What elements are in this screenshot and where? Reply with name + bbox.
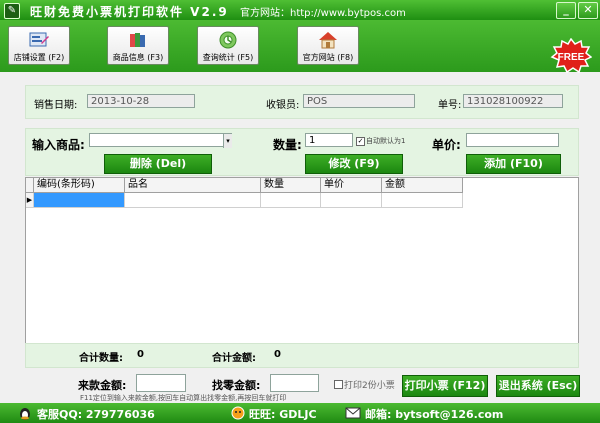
unit-price-input[interactable] — [466, 133, 559, 147]
qq-penguin-icon — [20, 408, 30, 420]
product-dropdown-arrow-icon[interactable]: ▾ — [223, 134, 232, 148]
product-entry-panel: 输入商品: ▾ 数量: 1 ✓ 自动默认为1 单价: 删除 (Del) 修改 (… — [25, 128, 579, 176]
auto-default-checkbox[interactable]: ✓ — [356, 137, 365, 146]
received-amount-label: 来款金额: — [78, 379, 127, 392]
column-header-amount[interactable]: 金额 — [382, 178, 463, 192]
home-icon — [319, 32, 337, 49]
order-number-label: 单号: — [438, 100, 462, 111]
column-header-quantity[interactable]: 数量 — [261, 178, 321, 192]
payment-hint-text: F11定位到输入来款金额,按回车自动算出找零金额,再按回车就打印 — [80, 394, 287, 402]
quantity-label: 数量: — [273, 138, 302, 152]
product-input-label: 输入商品: — [32, 138, 85, 152]
mail-icon — [345, 407, 361, 419]
status-bar: 客服QQ: 279776036 旺旺: GDLJC 邮箱: bytsoft@12… — [0, 403, 600, 423]
change-amount-input[interactable] — [270, 374, 319, 392]
shop-settings-label: 店铺设置 (F2) — [13, 53, 65, 62]
print-two-copies-label: 打印2份小票 — [344, 381, 395, 391]
grid-header: 编码(条形码) 品名 数量 单价 金额 — [26, 178, 463, 193]
free-badge-text: FREE — [558, 52, 585, 63]
official-site-label: 官方网站 (F8) — [302, 53, 354, 62]
goods-info-label: 商品信息 (F3) — [112, 53, 164, 62]
official-site-link[interactable]: 官方网站：http://www.bytpos.com — [240, 4, 406, 19]
shop-settings-icon — [29, 32, 49, 47]
table-cell-name[interactable] — [125, 193, 261, 207]
product-input[interactable] — [89, 133, 232, 147]
window-title: 旺财免费小票机打印软件 V2.9 — [30, 5, 229, 19]
print-receipt-button[interactable]: 打印小票 (F12) — [402, 375, 488, 397]
unit-price-label: 单价: — [432, 138, 461, 152]
wangwang-text: 旺旺: GDLJC — [249, 408, 317, 421]
table-row[interactable]: ▶ — [26, 193, 463, 208]
sale-date-label: 销售日期: — [34, 100, 78, 111]
official-site-button[interactable]: 官方网站 (F8) — [297, 26, 359, 65]
order-number-field: 131028100922 — [463, 94, 563, 108]
wangwang-icon — [231, 406, 245, 420]
change-amount-label: 找零金额: — [212, 379, 261, 392]
sale-info-panel: 销售日期: 2013-10-28 收银员: POS 单号: 1310281009… — [25, 85, 579, 119]
free-badge-icon: FREE — [550, 38, 592, 74]
total-amount-value: 0 — [274, 349, 281, 360]
goods-info-button[interactable]: 商品信息 (F3) — [107, 26, 169, 65]
goods-info-icon — [130, 33, 145, 47]
quantity-input[interactable]: 1 — [305, 133, 353, 147]
title-bar: ✎ 旺财免费小票机打印软件 V2.9 官方网站：http://www.bytpo… — [0, 0, 600, 20]
total-amount-label: 合计金额: — [212, 353, 256, 364]
sale-date-field: 2013-10-28 — [87, 94, 195, 108]
exit-system-button[interactable]: 退出系统 (Esc) — [496, 375, 580, 397]
cashier-field: POS — [303, 94, 415, 108]
table-cell-code[interactable] — [34, 193, 125, 207]
cashier-label: 收银员: — [266, 100, 300, 111]
auto-default-label: 自动默认为1 — [366, 137, 406, 145]
toolbar: 店铺设置 (F2) 商品信息 (F3) 查询统计 (F5) 官方网站 (F8) — [0, 20, 600, 72]
print-two-copies-checkbox[interactable] — [334, 380, 343, 389]
add-button[interactable]: 添加 (F10) — [466, 154, 561, 174]
app-icon: ✎ — [4, 3, 20, 19]
minimize-button[interactable]: _ — [556, 2, 576, 19]
query-stats-icon — [219, 31, 237, 49]
table-cell-price[interactable] — [321, 193, 382, 207]
table-cell-amount[interactable] — [382, 193, 463, 207]
close-button[interactable]: ✕ — [578, 2, 598, 19]
shop-settings-button[interactable]: 店铺设置 (F2) — [8, 26, 70, 65]
email-text: 邮箱: bytsoft@126.com — [365, 408, 504, 421]
table-cell-quantity[interactable] — [261, 193, 321, 207]
query-stats-button[interactable]: 查询统计 (F5) — [197, 26, 259, 65]
column-header-code[interactable]: 编码(条形码) — [34, 178, 125, 192]
row-indicator-icon: ▶ — [26, 193, 34, 207]
totals-panel: 合计数量: 0 合计金额: 0 — [25, 343, 579, 368]
modify-button[interactable]: 修改 (F9) — [305, 154, 403, 174]
support-qq-text: 客服QQ: 279776036 — [37, 408, 155, 421]
column-header-name[interactable]: 品名 — [125, 178, 261, 192]
grid-corner — [26, 178, 34, 192]
received-amount-input[interactable] — [136, 374, 186, 392]
total-quantity-value: 0 — [137, 349, 144, 360]
query-stats-label: 查询统计 (F5) — [202, 53, 254, 62]
items-grid[interactable]: 编码(条形码) 品名 数量 单价 金额 ▶ — [25, 177, 579, 345]
column-header-price[interactable]: 单价 — [321, 178, 382, 192]
total-quantity-label: 合计数量: — [79, 353, 123, 364]
delete-button[interactable]: 删除 (Del) — [104, 154, 212, 174]
